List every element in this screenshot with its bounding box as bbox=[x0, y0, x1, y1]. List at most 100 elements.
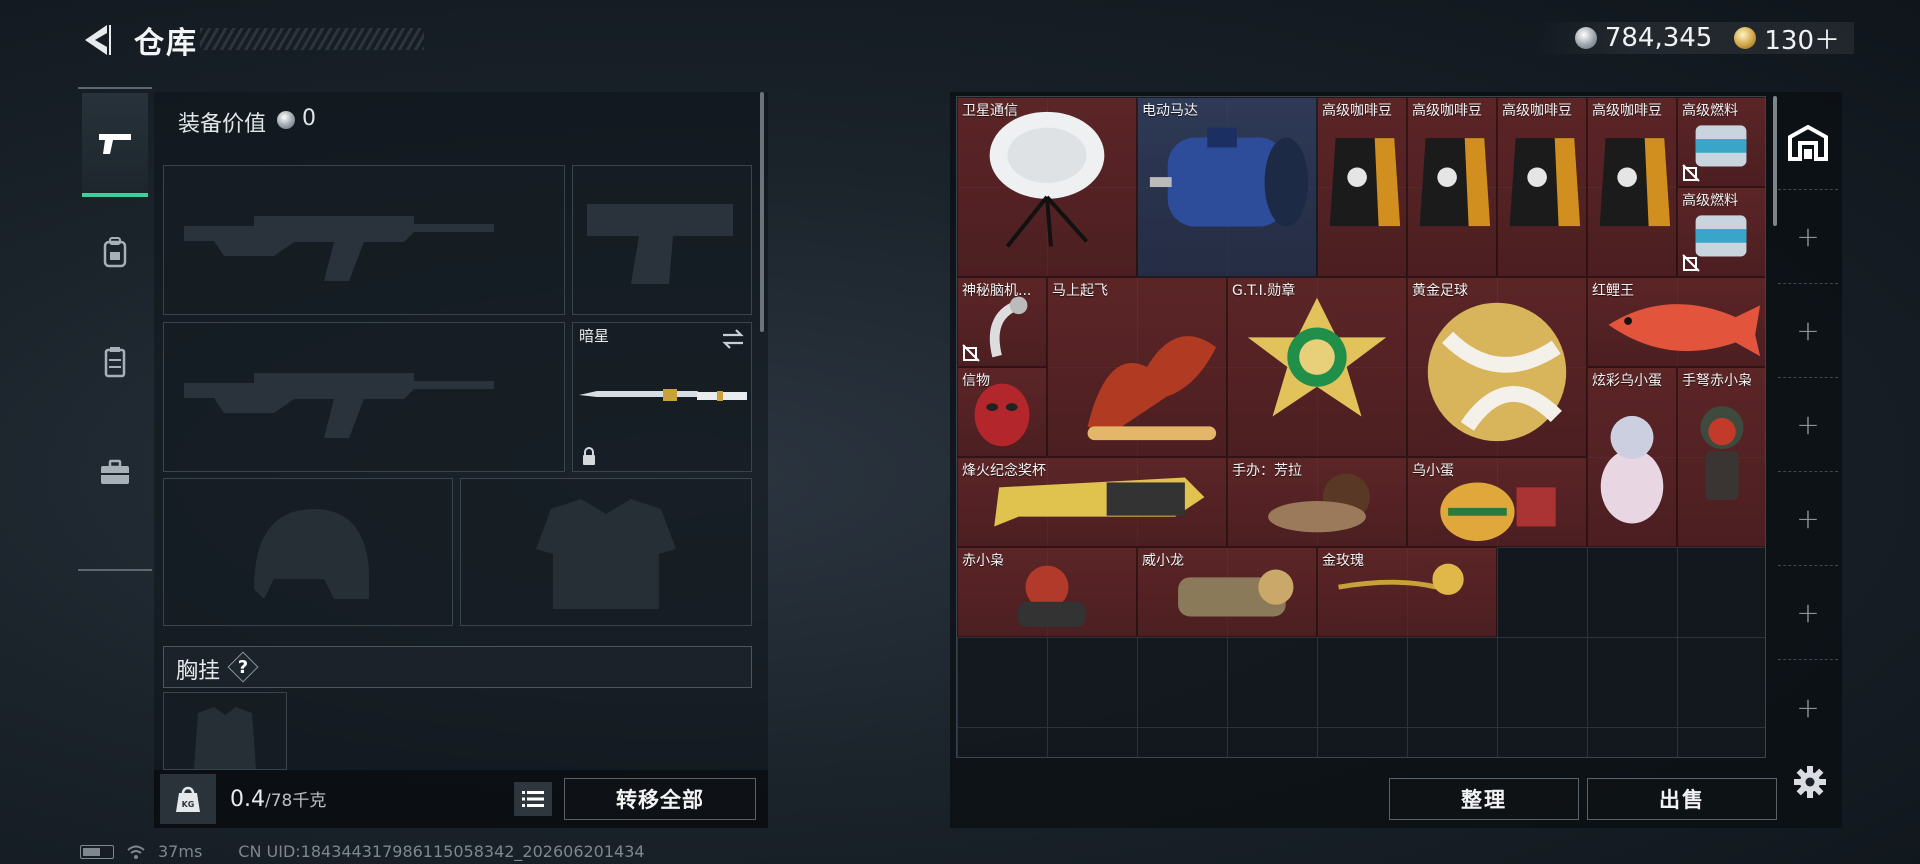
list-view-button[interactable] bbox=[514, 782, 552, 816]
tab-backpack[interactable] bbox=[82, 197, 148, 307]
stash-item[interactable]: 神秘脑机... bbox=[957, 277, 1047, 367]
stash-item-label: 威小龙 bbox=[1142, 553, 1184, 569]
stash-grid[interactable]: 卫星通信 电动马达 高级咖啡豆 高级咖啡豆 高级咖啡豆 高级咖啡豆 高级燃料 高级燃料 神秘脑机… bbox=[956, 96, 1766, 758]
stash-tab-main[interactable] bbox=[1778, 96, 1838, 190]
stash-item[interactable]: 高级咖啡豆 bbox=[1317, 97, 1407, 277]
stash-tab-add-4[interactable]: + bbox=[1778, 472, 1838, 566]
coffee-icon bbox=[1599, 138, 1671, 227]
horse-icon bbox=[1087, 336, 1217, 441]
stash-item[interactable]: 赤小枭 bbox=[957, 547, 1137, 637]
silver-balance: 784,345 bbox=[1604, 23, 1713, 53]
warehouse-icon bbox=[1788, 124, 1828, 161]
stash-item-label: 电动马达 bbox=[1142, 103, 1198, 119]
stash-item[interactable]: 高级咖啡豆 bbox=[1497, 97, 1587, 277]
stash-tab-add-2[interactable]: + bbox=[1778, 284, 1838, 378]
stash-item[interactable]: 金玫瑰 bbox=[1317, 547, 1497, 637]
gold-coin-icon bbox=[1734, 27, 1757, 49]
stash-item[interactable]: G.T.I.勋章 bbox=[1227, 277, 1407, 457]
stash-item[interactable]: 马上起飞 bbox=[1047, 277, 1227, 457]
pistol-slot[interactable] bbox=[572, 165, 752, 315]
stash-item[interactable]: 卫星通信 bbox=[957, 97, 1137, 277]
loadout-tab-column bbox=[78, 87, 152, 571]
svg-text:KG: KG bbox=[182, 800, 195, 809]
tab-firearms[interactable] bbox=[82, 93, 148, 197]
gold-balance[interactable]: 130＋ bbox=[1764, 20, 1840, 57]
stash-item[interactable]: 高级燃料 bbox=[1677, 187, 1765, 277]
title-decoration bbox=[200, 28, 424, 50]
backpack-icon bbox=[103, 237, 127, 268]
stash-item-label: 烽火纪念奖杯 bbox=[962, 463, 1046, 479]
ball-icon bbox=[1427, 302, 1567, 442]
stash-item-label: 高级咖啡豆 bbox=[1322, 103, 1392, 119]
back-button[interactable] bbox=[78, 20, 114, 60]
stash-item[interactable]: 高级咖啡豆 bbox=[1407, 97, 1497, 277]
toolbox-icon bbox=[101, 459, 129, 484]
stash-item-label: 红鲤王 bbox=[1592, 283, 1634, 299]
stash-item-label: G.T.I.勋章 bbox=[1232, 283, 1296, 299]
lock-icon bbox=[583, 447, 595, 465]
equip-value-amount: 0 bbox=[302, 106, 316, 131]
secondary-weapon-slot[interactable] bbox=[163, 322, 565, 472]
chest-rig-slot[interactable] bbox=[163, 692, 287, 770]
stash-tab-add-3[interactable]: + bbox=[1778, 378, 1838, 472]
no-trade-icon bbox=[1682, 254, 1700, 272]
pistol-silhouette-icon bbox=[587, 204, 733, 284]
battery-icon bbox=[80, 844, 114, 859]
loadout-scrollbar[interactable] bbox=[760, 92, 764, 332]
helmet-silhouette-icon bbox=[254, 509, 369, 599]
tab-vest[interactable] bbox=[82, 307, 148, 417]
medal-icon bbox=[1247, 297, 1387, 417]
help-icon[interactable]: ? bbox=[228, 652, 258, 682]
ping-text: 37ms bbox=[158, 842, 203, 861]
swap-icon[interactable] bbox=[721, 329, 745, 349]
stash-item[interactable]: 烽火纪念奖杯 bbox=[957, 457, 1227, 547]
settings-button[interactable] bbox=[1790, 762, 1830, 802]
chest-rig-label: 胸挂 bbox=[176, 659, 221, 684]
stash-item[interactable]: 信物 bbox=[957, 367, 1047, 457]
stash-item[interactable]: 威小龙 bbox=[1137, 547, 1317, 637]
stash-item-label: 金玫瑰 bbox=[1322, 553, 1364, 569]
wifi-icon bbox=[127, 845, 145, 859]
page-title: 仓库 bbox=[134, 26, 198, 61]
stash-tab-add-1[interactable]: + bbox=[1778, 190, 1838, 284]
stash-item[interactable]: 手弩赤小枭 bbox=[1677, 367, 1765, 547]
stash-item-label: 卫星通信 bbox=[962, 103, 1018, 119]
stash-scrollbar[interactable] bbox=[1773, 96, 1777, 226]
stash-item-label: 高级燃料 bbox=[1682, 193, 1738, 209]
melee-name: 暗星 bbox=[579, 327, 610, 345]
stash-item[interactable]: 炫彩乌小蛋 bbox=[1587, 367, 1677, 547]
stash-item[interactable]: 红鲤王 bbox=[1587, 277, 1765, 367]
stash-tab-add-5[interactable]: + bbox=[1778, 566, 1838, 660]
stash-item-label: 马上起飞 bbox=[1052, 283, 1108, 299]
melee-slot[interactable]: 暗星 bbox=[572, 322, 752, 472]
stash-tab-column: + + + + + + bbox=[1778, 96, 1838, 756]
stash-item[interactable]: 手办：芳拉 bbox=[1227, 457, 1407, 547]
stash-item[interactable]: 黄金足球 bbox=[1407, 277, 1587, 457]
sell-button[interactable]: 出售 bbox=[1587, 778, 1777, 820]
rifle-silhouette-icon bbox=[184, 216, 494, 281]
stash-tab-add-6[interactable]: + bbox=[1778, 660, 1838, 754]
egg-icon bbox=[1600, 415, 1664, 524]
stash-item-label: 高级咖啡豆 bbox=[1502, 103, 1572, 119]
stash-item[interactable]: 高级咖啡豆 bbox=[1587, 97, 1677, 277]
help-mark: ? bbox=[237, 656, 249, 678]
armor-silhouette-icon bbox=[536, 499, 676, 609]
currency-bar: 784,345 130＋ bbox=[1534, 20, 1854, 57]
stash-item-label: 手办：芳拉 bbox=[1232, 463, 1302, 479]
stash-item[interactable]: 高级燃料 bbox=[1677, 97, 1765, 187]
sort-button[interactable]: 整理 bbox=[1389, 778, 1579, 820]
stash-item[interactable]: 乌小蛋 bbox=[1407, 457, 1587, 547]
owlfig-icon bbox=[1700, 406, 1744, 501]
helmet-slot[interactable] bbox=[163, 478, 453, 626]
primary-weapon-slot[interactable] bbox=[163, 165, 565, 315]
weight-box: KG bbox=[160, 774, 216, 824]
stash-item-label: 高级咖啡豆 bbox=[1592, 103, 1662, 119]
transfer-all-button[interactable]: 转移全部 bbox=[564, 778, 756, 820]
weight-current: 0.4 bbox=[230, 787, 265, 812]
weight-max: /78千克 bbox=[265, 791, 327, 811]
stash-item-label: 高级咖啡豆 bbox=[1412, 103, 1482, 119]
stash-item[interactable]: 电动马达 bbox=[1137, 97, 1317, 277]
coffee-icon bbox=[1509, 138, 1581, 227]
armor-slot[interactable] bbox=[460, 478, 752, 626]
tab-toolbox[interactable] bbox=[82, 417, 148, 527]
